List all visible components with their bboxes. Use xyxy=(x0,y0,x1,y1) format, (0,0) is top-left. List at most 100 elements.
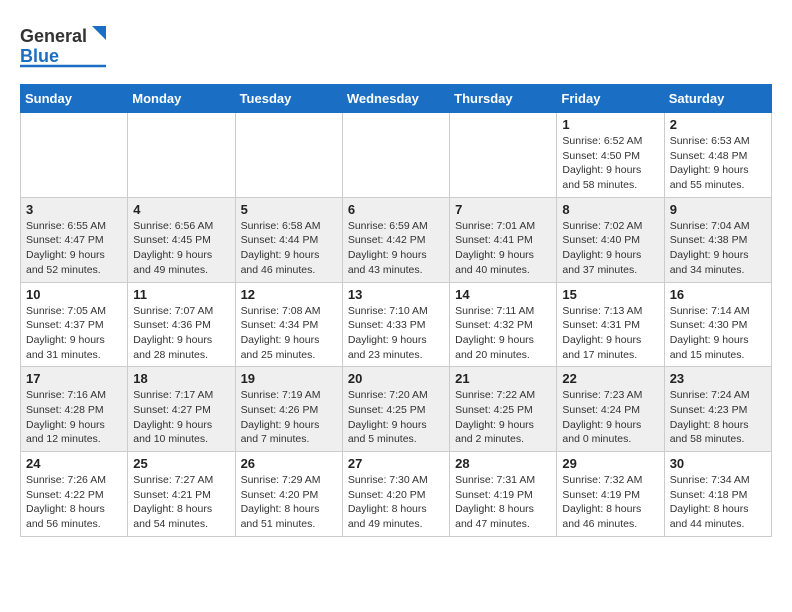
calendar-cell: 14 Sunrise: 7:11 AMSunset: 4:32 PMDayligh… xyxy=(450,282,557,367)
day-info: Sunrise: 7:11 AMSunset: 4:32 PMDaylight:… xyxy=(455,304,551,363)
calendar-week-row: 3Sunrise: 6:55 AMSunset: 4:47 PMDaylight… xyxy=(21,197,772,282)
day-info: Sunrise: 6:55 AMSunset: 4:47 PMDaylight:… xyxy=(26,219,122,278)
calendar-cell: 6 Sunrise: 6:59 AMSunset: 4:42 PMDaylight… xyxy=(342,197,449,282)
day-info: Sunrise: 6:58 AMSunset: 4:44 PMDaylight:… xyxy=(241,219,337,278)
day-number: 5 xyxy=(241,202,337,217)
calendar-week-row: 10 Sunrise: 7:05 AMSunset: 4:37 PMDayligh… xyxy=(21,282,772,367)
day-info: Sunrise: 7:27 AMSunset: 4:21 PMDaylight:… xyxy=(133,473,229,532)
calendar-cell: 30Sunrise: 7:34 AMSunset: 4:18 PMDayligh… xyxy=(664,452,771,537)
day-info: Sunrise: 6:59 AMSunset: 4:42 PMDaylight:… xyxy=(348,219,444,278)
day-number: 13 xyxy=(348,287,444,302)
calendar-cell: 8 Sunrise: 7:02 AMSunset: 4:40 PMDaylight… xyxy=(557,197,664,282)
day-info: Sunrise: 7:20 AMSunset: 4:25 PMDaylight:… xyxy=(348,388,444,447)
day-number: 10 xyxy=(26,287,122,302)
day-number: 1 xyxy=(562,117,658,132)
day-info: Sunrise: 7:30 AMSunset: 4:20 PMDaylight:… xyxy=(348,473,444,532)
day-info: Sunrise: 7:04 AMSunset: 4:38 PMDaylight:… xyxy=(670,219,766,278)
calendar-cell: 3Sunrise: 6:55 AMSunset: 4:47 PMDaylight… xyxy=(21,197,128,282)
calendar-cell: 27 Sunrise: 7:30 AMSunset: 4:20 PMDayligh… xyxy=(342,452,449,537)
calendar-cell: 25Sunrise: 7:27 AMSunset: 4:21 PMDayligh… xyxy=(128,452,235,537)
day-number: 17 xyxy=(26,371,122,386)
calendar-cell: 20 Sunrise: 7:20 AMSunset: 4:25 PMDayligh… xyxy=(342,367,449,452)
calendar-cell: 11 Sunrise: 7:07 AMSunset: 4:36 PMDayligh… xyxy=(128,282,235,367)
calendar-cell: 29 Sunrise: 7:32 AMSunset: 4:19 PMDayligh… xyxy=(557,452,664,537)
day-number: 30 xyxy=(670,456,766,471)
day-info: Sunrise: 7:01 AMSunset: 4:41 PMDaylight:… xyxy=(455,219,551,278)
calendar-cell xyxy=(342,113,449,198)
day-number: 8 xyxy=(562,202,658,217)
day-info: Sunrise: 7:07 AMSunset: 4:36 PMDaylight:… xyxy=(133,304,229,363)
calendar-cell: 7 Sunrise: 7:01 AMSunset: 4:41 PMDaylight… xyxy=(450,197,557,282)
calendar-cell: 23 Sunrise: 7:24 AMSunset: 4:23 PMDayligh… xyxy=(664,367,771,452)
day-number: 24 xyxy=(26,456,122,471)
day-number: 6 xyxy=(348,202,444,217)
calendar-cell: 13 Sunrise: 7:10 AMSunset: 4:33 PMDayligh… xyxy=(342,282,449,367)
calendar-cell xyxy=(128,113,235,198)
day-number: 20 xyxy=(348,371,444,386)
day-info: Sunrise: 7:13 AMSunset: 4:31 PMDaylight:… xyxy=(562,304,658,363)
day-info: Sunrise: 7:23 AMSunset: 4:24 PMDaylight:… xyxy=(562,388,658,447)
header-thursday: Thursday xyxy=(450,85,557,113)
day-number: 12 xyxy=(241,287,337,302)
day-number: 9 xyxy=(670,202,766,217)
day-number: 14 xyxy=(455,287,551,302)
day-number: 26 xyxy=(241,456,337,471)
day-number: 16 xyxy=(670,287,766,302)
weekday-header-row: Sunday Monday Tuesday Wednesday Thursday… xyxy=(21,85,772,113)
day-number: 29 xyxy=(562,456,658,471)
day-info: Sunrise: 7:29 AMSunset: 4:20 PMDaylight:… xyxy=(241,473,337,532)
day-info: Sunrise: 7:26 AMSunset: 4:22 PMDaylight:… xyxy=(26,473,122,532)
day-number: 11 xyxy=(133,287,229,302)
day-number: 2 xyxy=(670,117,766,132)
day-info: Sunrise: 7:24 AMSunset: 4:23 PMDaylight:… xyxy=(670,388,766,447)
day-info: Sunrise: 7:10 AMSunset: 4:33 PMDaylight:… xyxy=(348,304,444,363)
day-info: Sunrise: 7:16 AMSunset: 4:28 PMDaylight:… xyxy=(26,388,122,447)
calendar-table: Sunday Monday Tuesday Wednesday Thursday… xyxy=(20,84,772,537)
calendar-week-row: 24 Sunrise: 7:26 AMSunset: 4:22 PMDayligh… xyxy=(21,452,772,537)
calendar-cell: 1 Sunrise: 6:52 AMSunset: 4:50 PMDaylight… xyxy=(557,113,664,198)
calendar-cell: 16 Sunrise: 7:14 AMSunset: 4:30 PMDayligh… xyxy=(664,282,771,367)
day-info: Sunrise: 7:17 AMSunset: 4:27 PMDaylight:… xyxy=(133,388,229,447)
day-number: 27 xyxy=(348,456,444,471)
day-number: 28 xyxy=(455,456,551,471)
calendar-cell: 18Sunrise: 7:17 AMSunset: 4:27 PMDayligh… xyxy=(128,367,235,452)
calendar-week-row: 17 Sunrise: 7:16 AMSunset: 4:28 PMDayligh… xyxy=(21,367,772,452)
header-friday: Friday xyxy=(557,85,664,113)
day-number: 4 xyxy=(133,202,229,217)
header-tuesday: Tuesday xyxy=(235,85,342,113)
calendar-cell: 12 Sunrise: 7:08 AMSunset: 4:34 PMDayligh… xyxy=(235,282,342,367)
calendar-cell: 2Sunrise: 6:53 AMSunset: 4:48 PMDaylight… xyxy=(664,113,771,198)
calendar-cell: 28 Sunrise: 7:31 AMSunset: 4:19 PMDayligh… xyxy=(450,452,557,537)
calendar-cell: 10 Sunrise: 7:05 AMSunset: 4:37 PMDayligh… xyxy=(21,282,128,367)
day-number: 23 xyxy=(670,371,766,386)
day-info: Sunrise: 6:52 AMSunset: 4:50 PMDaylight:… xyxy=(562,134,658,193)
day-info: Sunrise: 6:56 AMSunset: 4:45 PMDaylight:… xyxy=(133,219,229,278)
day-info: Sunrise: 7:14 AMSunset: 4:30 PMDaylight:… xyxy=(670,304,766,363)
calendar-cell xyxy=(450,113,557,198)
day-number: 7 xyxy=(455,202,551,217)
calendar-cell: 17 Sunrise: 7:16 AMSunset: 4:28 PMDayligh… xyxy=(21,367,128,452)
day-info: Sunrise: 7:31 AMSunset: 4:19 PMDaylight:… xyxy=(455,473,551,532)
day-info: Sunrise: 7:05 AMSunset: 4:37 PMDaylight:… xyxy=(26,304,122,363)
calendar-week-row: 1 Sunrise: 6:52 AMSunset: 4:50 PMDaylight… xyxy=(21,113,772,198)
day-info: Sunrise: 7:22 AMSunset: 4:25 PMDaylight:… xyxy=(455,388,551,447)
logo: General Blue xyxy=(20,20,110,74)
calendar-cell: 5 Sunrise: 6:58 AMSunset: 4:44 PMDaylight… xyxy=(235,197,342,282)
day-number: 21 xyxy=(455,371,551,386)
calendar-cell xyxy=(235,113,342,198)
day-info: Sunrise: 7:32 AMSunset: 4:19 PMDaylight:… xyxy=(562,473,658,532)
header-monday: Monday xyxy=(128,85,235,113)
day-info: Sunrise: 7:08 AMSunset: 4:34 PMDaylight:… xyxy=(241,304,337,363)
calendar-cell xyxy=(21,113,128,198)
day-info: Sunrise: 7:19 AMSunset: 4:26 PMDaylight:… xyxy=(241,388,337,447)
day-number: 15 xyxy=(562,287,658,302)
page: General Blue Sunday Monday Tuesday Wedne… xyxy=(0,0,792,553)
calendar-cell: 15 Sunrise: 7:13 AMSunset: 4:31 PMDayligh… xyxy=(557,282,664,367)
logo-svg: General Blue xyxy=(20,20,110,74)
day-info: Sunrise: 7:02 AMSunset: 4:40 PMDaylight:… xyxy=(562,219,658,278)
day-number: 22 xyxy=(562,371,658,386)
calendar-cell: 9 Sunrise: 7:04 AMSunset: 4:38 PMDaylight… xyxy=(664,197,771,282)
calendar-cell: 19Sunrise: 7:19 AMSunset: 4:26 PMDayligh… xyxy=(235,367,342,452)
calendar-cell: 21 Sunrise: 7:22 AMSunset: 4:25 PMDayligh… xyxy=(450,367,557,452)
calendar-cell: 4 Sunrise: 6:56 AMSunset: 4:45 PMDaylight… xyxy=(128,197,235,282)
